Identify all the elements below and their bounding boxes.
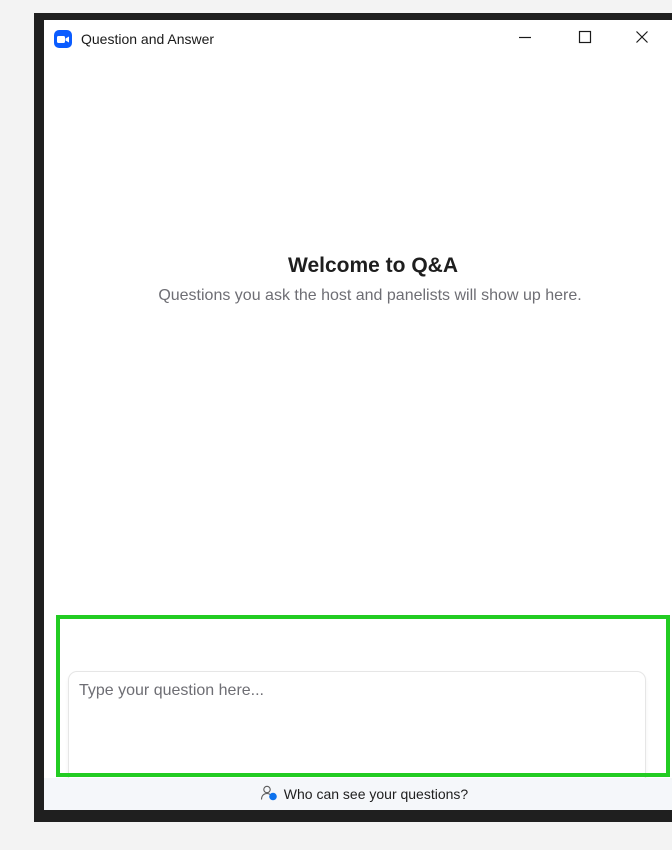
title-bar[interactable]: Question and Answer (44, 20, 672, 58)
footer-bar: Who can see your questions? (44, 778, 672, 810)
question-input[interactable] (79, 682, 634, 772)
minimize-button[interactable] (510, 24, 540, 54)
person-info-icon (260, 785, 278, 804)
maximize-icon (578, 30, 592, 49)
welcome-title: Welcome to Q&A (288, 254, 458, 277)
welcome-panel: Welcome to Q&A Questions you ask the hos… (44, 254, 672, 307)
question-input-container[interactable] (68, 671, 646, 785)
who-can-see-link[interactable]: Who can see your questions? (260, 785, 468, 804)
window-title: Question and Answer (81, 31, 215, 47)
close-button[interactable] (627, 24, 657, 54)
welcome-subtitle: Questions you ask the host and panelists… (158, 287, 582, 304)
minimize-icon (518, 30, 532, 49)
who-can-see-label: Who can see your questions? (283, 786, 469, 802)
maximize-button[interactable] (570, 24, 600, 54)
zoom-app-icon (54, 30, 72, 48)
close-icon (635, 30, 649, 49)
